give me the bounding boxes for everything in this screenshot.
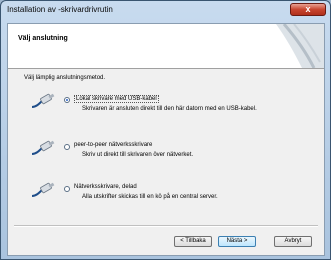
cancel-button[interactable]: Avbryt [274, 236, 312, 247]
back-button[interactable]: < Tillbaka [174, 236, 212, 247]
close-button[interactable]: x [290, 3, 326, 16]
button-separator [14, 225, 318, 227]
option-description-local-usb: Skrivaren är ansluten direkt till den hä… [82, 106, 257, 112]
wizard-header: Välj anslutning [8, 24, 324, 69]
instruction-text: Välj lämplig anslutningsmetod. [24, 75, 106, 81]
installer-window: Installation av -skrivardrivrutin x Välj… [0, 0, 331, 260]
option-label-local-usb[interactable]: Lokal skrivare med USB-kabel [74, 95, 159, 103]
radio-peer-to-peer[interactable] [64, 144, 70, 150]
close-icon: x [305, 4, 311, 14]
radio-local-usb[interactable] [64, 97, 70, 103]
radio-shared-network[interactable] [64, 186, 70, 192]
page-title: Välj anslutning [18, 35, 68, 42]
dialog-body: Välj anslutning Välj lämplig anslutnings… [7, 23, 325, 256]
window-title: Installation av -skrivardrivrutin [7, 5, 113, 14]
title-bar[interactable]: Installation av -skrivardrivrutin x [1, 1, 330, 21]
header-decoration-icon [276, 24, 324, 68]
next-button[interactable]: Nästa > [218, 236, 256, 247]
network-cable-icon [31, 182, 55, 197]
option-description-shared-network: Alla utskrifter skickas till en kö på en… [82, 194, 218, 200]
option-label-shared-network[interactable]: Nätverksskrivare, delad [74, 184, 137, 190]
network-cable-icon [31, 140, 55, 155]
option-label-peer-to-peer[interactable]: peer-to-peer nätverksskrivare [74, 142, 152, 148]
usb-cable-icon [31, 93, 55, 108]
option-description-peer-to-peer: Skriv ut direkt till skrivaren över nätv… [82, 152, 194, 158]
